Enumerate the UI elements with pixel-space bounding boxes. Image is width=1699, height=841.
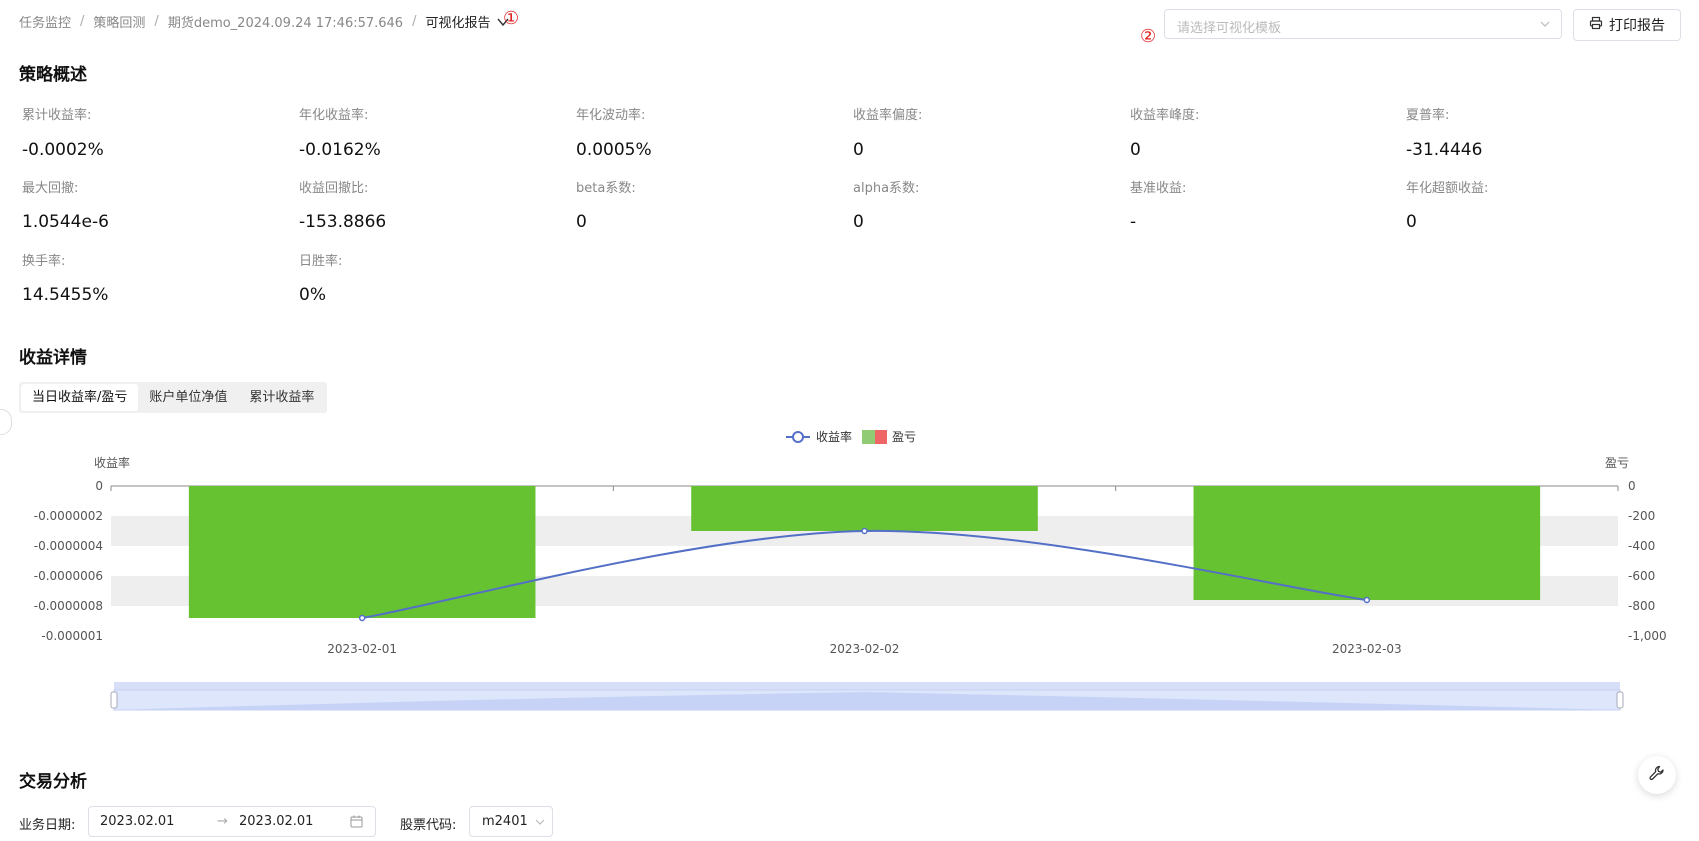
right-axis-tick-label: -400: [1628, 539, 1655, 553]
print-report-label: 打印报告: [1609, 18, 1665, 34]
stat-value: -0.0002%: [22, 140, 104, 160]
tools-button[interactable]: [1638, 756, 1676, 794]
breadcrumb-item-backtest-run[interactable]: 期货demo_2024.09.24 17:46:57.646: [168, 12, 403, 31]
zoom-handle-left[interactable]: [110, 691, 118, 709]
line-point-return-rate: [861, 527, 868, 535]
stat-label: 年化波动率:: [576, 108, 646, 123]
chevron-down-icon: [535, 816, 545, 831]
breadcrumb-separator: /: [80, 14, 85, 29]
breadcrumb: 任务监控 / 策略回测 / 期货demo_2024.09.24 17:46:57…: [19, 12, 510, 31]
stat-value: 0: [1406, 212, 1417, 232]
chart-legend[interactable]: 收益率 盈亏: [786, 429, 916, 444]
stat-value: 0.0005%: [576, 140, 652, 160]
template-select[interactable]: 请选择可视化模板: [1164, 9, 1562, 39]
template-select-placeholder: 请选择可视化模板: [1177, 21, 1282, 36]
calendar-icon[interactable]: [350, 815, 363, 832]
breadcrumb-current[interactable]: 可视化报告: [425, 12, 490, 31]
legend-label-pnl: 盈亏: [892, 430, 916, 444]
date-end-input[interactable]: 2023.02.01: [239, 814, 313, 829]
left-axis-tick-label: -0.0000008: [34, 599, 103, 613]
date-range-picker[interactable]: 2023.02.01 → 2023.02.01: [88, 806, 376, 837]
stat-label: 基准收益:: [1130, 181, 1187, 196]
legend-line-marker: [792, 431, 804, 443]
trade-analysis-title: 交易分析: [19, 772, 87, 792]
tab-cumulative-return[interactable]: 累计收益率: [238, 384, 325, 411]
left-axis-tick-label: -0.0000004: [34, 539, 103, 553]
stat-label: 换手率:: [22, 254, 66, 269]
stat-value: 1.0544e-6: [22, 212, 109, 232]
right-axis-tick-label: -1,000: [1628, 629, 1667, 643]
returns-chart: 收益率 盈亏 收益率 盈亏 0 -0.0000002 -0.0000004 -0.00…: [34, 429, 1667, 711]
stat-label: alpha系数:: [853, 181, 920, 196]
stat-value: 0%: [299, 285, 326, 305]
stat-label: 夏普率:: [1406, 108, 1450, 123]
breadcrumb-separator: /: [412, 14, 417, 29]
line-point-return-rate: [1363, 596, 1371, 604]
right-axis-tick-label: -200: [1628, 509, 1655, 523]
stat-label: 最大回撤:: [22, 181, 79, 196]
returns-title: 收益详情: [19, 348, 87, 368]
stat-value: 0: [853, 140, 864, 160]
stat-label: 收益率峰度:: [1130, 108, 1200, 123]
breadcrumb-item-task-monitor[interactable]: 任务监控: [19, 12, 71, 31]
zoom-handle-right[interactable]: [1616, 691, 1624, 709]
stat-value: 0: [853, 212, 864, 232]
x-axis-tick-label: 2023-02-02: [830, 642, 900, 656]
tab-unit-nav[interactable]: 账户单位净值: [138, 384, 238, 411]
date-start-input[interactable]: 2023.02.01: [100, 814, 174, 829]
returns-tabs: 当日收益率/盈亏 账户单位净值 累计收益率: [19, 382, 328, 413]
bar-pnl: [1193, 486, 1541, 600]
legend-bar-swatch-negative: [875, 430, 887, 444]
overview-title: 策略概述: [19, 65, 87, 85]
annotation-marker-2: ②: [1140, 26, 1157, 47]
bar-pnl: [691, 486, 1038, 531]
print-report-button[interactable]: 打印报告: [1573, 9, 1681, 41]
stock-code-value: m2401: [482, 814, 528, 829]
x-axis-tick-label: 2023-02-01: [327, 642, 397, 656]
left-axis-tick-label: -0.0000006: [34, 569, 103, 583]
right-axis-tick-label: 0: [1628, 479, 1636, 493]
right-axis-title: 盈亏: [1605, 456, 1629, 470]
breadcrumb-item-strategy-backtest[interactable]: 策略回测: [93, 12, 145, 31]
left-axis-tick-label: 0: [95, 479, 103, 493]
stat-value: 0: [576, 212, 587, 232]
right-axis-tick-label: -600: [1628, 569, 1655, 583]
data-zoom-slider[interactable]: [110, 682, 1624, 711]
zoom-slider-top: [114, 682, 1620, 690]
right-axis-tick-label: -800: [1628, 599, 1655, 613]
left-axis-tick-label: -0.0000002: [34, 509, 103, 523]
bar-pnl: [188, 486, 536, 618]
stock-code-label: 股票代码:: [400, 818, 457, 833]
legend-bar-swatch-positive: [862, 430, 875, 444]
stat-value: -153.8866: [299, 212, 387, 232]
tab-daily-return[interactable]: 当日收益率/盈亏: [21, 384, 139, 411]
x-axis-tick-label: 2023-02-03: [1332, 642, 1402, 656]
line-point-return-rate: [358, 614, 366, 622]
stat-value: -31.4446: [1406, 140, 1483, 160]
stat-label: beta系数:: [576, 181, 636, 196]
left-axis-title: 收益率: [94, 455, 130, 470]
annotation-marker-1: ①: [503, 8, 520, 29]
stat-value: -: [1130, 212, 1137, 232]
stat-value: 0: [1130, 140, 1141, 160]
stat-label: 收益回撤比:: [299, 181, 369, 196]
legend-label-return-rate: 收益率: [816, 429, 852, 444]
stat-label: 年化超额收益:: [1406, 181, 1489, 196]
stat-value: -0.0162%: [299, 140, 381, 160]
chevron-down-icon: [1539, 18, 1551, 30]
arrow-right-icon: →: [217, 814, 228, 829]
printer-icon: [1589, 16, 1603, 34]
stat-label: 日胜率:: [299, 254, 343, 269]
stat-label: 累计收益率:: [22, 108, 92, 123]
breadcrumb-separator: /: [154, 14, 159, 29]
wrench-icon: [1649, 765, 1665, 785]
stat-label: 年化收益率:: [299, 108, 369, 123]
stat-label: 收益率偏度:: [853, 108, 923, 123]
stock-code-select[interactable]: m2401: [469, 806, 553, 837]
stat-value: 14.5455%: [22, 285, 109, 305]
left-axis-tick-label: -0.000001: [41, 629, 103, 643]
business-date-label: 业务日期:: [19, 818, 76, 833]
